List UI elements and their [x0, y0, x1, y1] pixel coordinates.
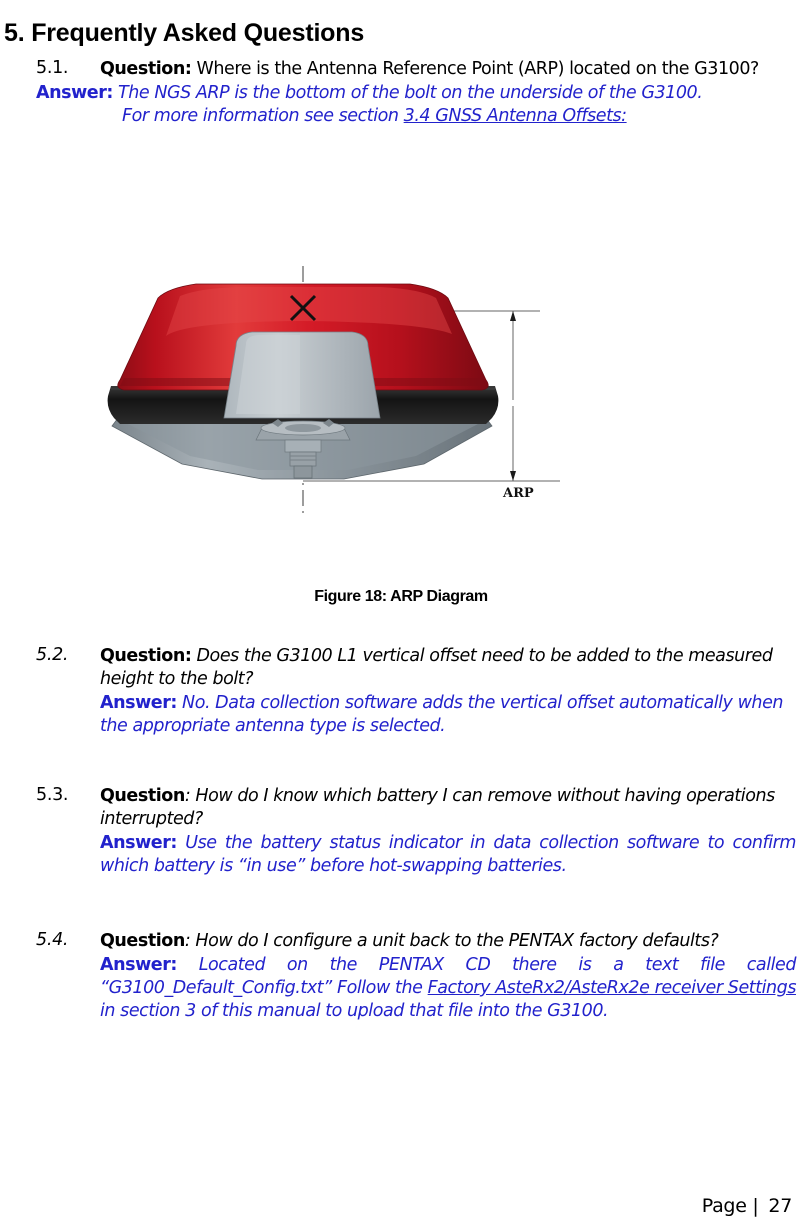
arp-diagram-figure: ARP	[0, 248, 802, 548]
faq-number-5-1: 5.1.	[36, 58, 69, 78]
question-label: Question:	[100, 646, 192, 666]
bolt-tip	[293, 465, 313, 479]
footer-page-number: 27	[768, 1195, 792, 1217]
faq-item-5-1: 5.1. Question: Where is the Antenna Refe…	[0, 58, 802, 128]
faq-row: 5.4. Question: How do I configure a unit…	[0, 930, 802, 953]
faq-answer-5-1-reference: For more information see section 3.4 GNS…	[100, 105, 796, 128]
question-text: : How do I know which battery I can remo…	[100, 786, 775, 829]
hub-inner	[285, 424, 321, 432]
question-text: Where is the Antenna Reference Point (AR…	[191, 59, 760, 79]
bolt-shaft	[289, 451, 317, 467]
answer-label: Answer:	[36, 83, 113, 103]
answer-text: Use the battery status indicator in data…	[100, 833, 796, 876]
faq-number-5-3: 5.3.	[36, 785, 69, 805]
faq-number-5-4: 5.4.	[36, 930, 69, 950]
dimension-arrow-bottom	[510, 471, 516, 481]
section-link-gnss-antenna-offsets[interactable]: 3.4 GNSS Antenna Offsets:	[404, 106, 627, 126]
answer-label: Answer:	[100, 693, 177, 713]
faq-row: 5.1. Question: Where is the Antenna Refe…	[0, 58, 802, 81]
page-title: 5. Frequently Asked Questions	[4, 18, 365, 47]
question-label: Question	[100, 931, 185, 951]
document-page: 5. Frequently Asked Questions 5.1. Quest…	[0, 0, 802, 1229]
faq-answer-5-1: Answer: The NGS ARP is the bottom of the…	[36, 82, 796, 105]
faq-item-5-2: 5.2. Question: Does the G3100 L1 vertica…	[0, 645, 802, 738]
faq-item-5-4: 5.4. Question: How do I configure a unit…	[0, 930, 802, 1023]
faq-answer-5-3: Answer: Use the battery status indicator…	[100, 832, 796, 878]
question-text: Does the G3100 L1 vertical offset need t…	[100, 646, 773, 689]
answer-label: Answer:	[100, 955, 177, 975]
answer-text-part-2: in section 3 of this manual to upload th…	[100, 1001, 609, 1021]
faq-answer-5-4: Answer: Located on the PENTAX CD there i…	[100, 954, 796, 1023]
figure-caption: Figure 18: ARP Diagram	[314, 588, 488, 605]
faq-row: 5.2. Question: Does the G3100 L1 vertica…	[0, 645, 802, 691]
question-label: Question	[100, 786, 185, 806]
faq-row: 5.3. Question: How do I know which batte…	[0, 785, 802, 831]
faq-question-5-4: Question: How do I configure a unit back…	[100, 930, 796, 953]
question-text: : How do I configure a unit back to the …	[184, 931, 719, 951]
faq-question-5-1: Question: Where is the Antenna Reference…	[100, 58, 796, 81]
dimension-arrow-top	[510, 311, 516, 321]
answer-text: No. Data collection software adds the ve…	[100, 693, 784, 736]
answer-reference-prefix: For more information see section	[122, 106, 404, 126]
page-footer: Page | 27	[701, 1195, 793, 1217]
section-link-factory-receiver-settings[interactable]: Factory AsteRx2/AsteRx2e receiver Settin…	[428, 978, 797, 998]
faq-number-5-2: 5.2.	[36, 645, 69, 665]
faq-item-5-3: 5.3. Question: How do I know which batte…	[0, 785, 802, 878]
question-label: Question:	[100, 59, 192, 79]
faq-answer-5-2: Answer: No. Data collection software add…	[100, 692, 796, 738]
answer-label: Answer:	[100, 833, 177, 853]
arp-label-text: ARP	[502, 486, 534, 501]
bolt-collar	[284, 439, 322, 453]
collar-highlight	[236, 335, 300, 414]
arp-diagram-svg: ARP	[107, 266, 560, 516]
faq-question-5-3: Question: How do I know which battery I …	[100, 785, 796, 831]
answer-text: The NGS ARP is the bottom of the bolt on…	[112, 83, 703, 103]
faq-question-5-2: Question: Does the G3100 L1 vertical off…	[100, 645, 796, 691]
footer-label: Page |	[701, 1195, 759, 1217]
